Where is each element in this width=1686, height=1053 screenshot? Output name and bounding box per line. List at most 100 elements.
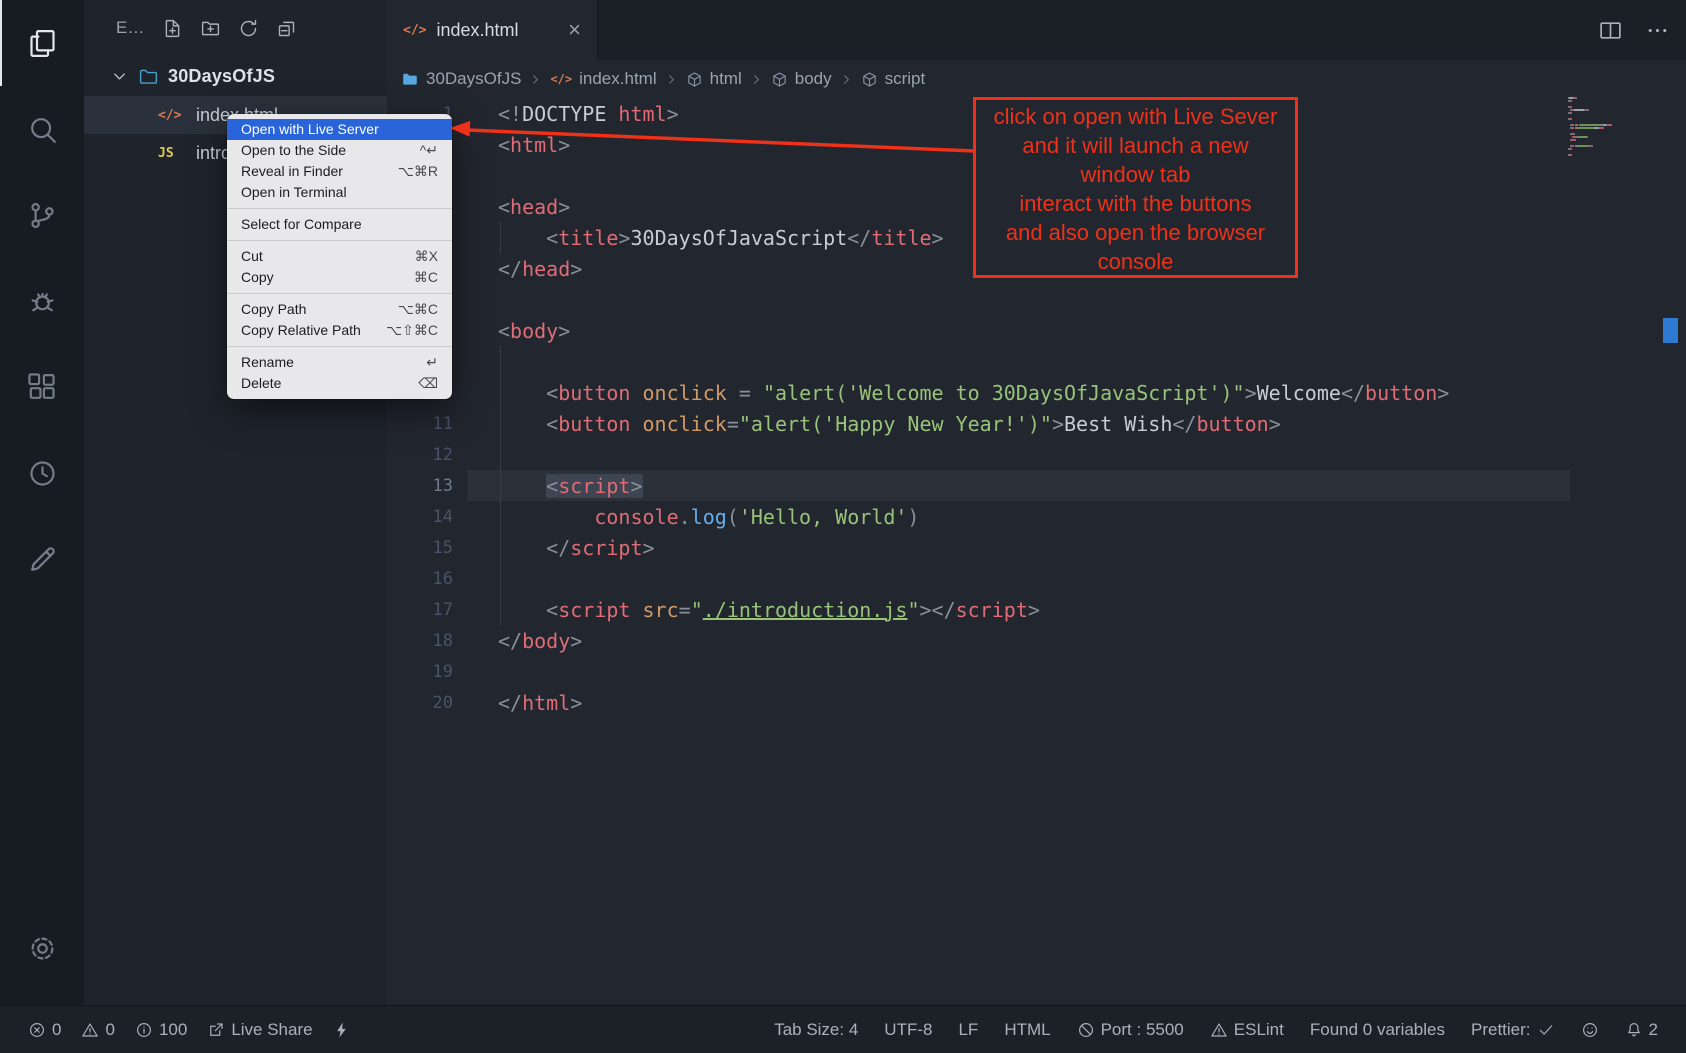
status-quick-actions[interactable] [333,1021,351,1039]
feedback-icon[interactable] [0,516,84,602]
breadcrumb-item-body[interactable]: body [771,69,832,89]
breadcrumb-item-30daysofjs[interactable]: 30DaysOfJS [401,69,521,89]
status-eol[interactable]: LF [958,1020,978,1040]
code-line[interactable]: 20</html> [387,687,1686,718]
menu-item-open-in-terminal[interactable]: Open in Terminal [227,182,452,203]
extensions-icon[interactable] [0,344,84,430]
code-line[interactable]: 10 <button onclick = "alert('Welcome to … [387,377,1686,408]
code-line[interactable]: 9 [387,346,1686,377]
menu-item-copy[interactable]: Copy⌘C [227,267,452,288]
line-number: 11 [387,414,453,434]
breadcrumb-item-html[interactable]: html [686,69,742,89]
settings-icon[interactable] [0,905,84,991]
tab-index-html[interactable]: </> index.html × [387,0,598,60]
explorer-title: E… [116,18,144,38]
status-text: Found 0 variables [1310,1020,1445,1040]
symbol-cube-icon [861,71,878,88]
code-line[interactable]: 8<body> [387,315,1686,346]
code-line[interactable]: 15 </script> [387,532,1686,563]
source-control-icon[interactable] [0,172,84,258]
chevron-right-icon [528,72,543,87]
code-line[interactable]: 18</body> [387,625,1686,656]
menu-item-shortcut: ⌥⇧⌘C [386,322,438,339]
vscode-window: E… 30DaysOfJS </>index.htmlJSintroductio… [0,0,1686,1053]
code-line[interactable]: 12 [387,439,1686,470]
new-folder-icon[interactable] [200,18,221,39]
line-number: 18 [387,631,453,651]
menu-item-open-with-live-server[interactable]: Open with Live Server [227,119,452,140]
code-line[interactable]: 17 <script src="./introduction.js"></scr… [387,594,1686,625]
menu-item-cut[interactable]: Cut⌘X [227,246,452,267]
status-tab-size[interactable]: Tab Size: 4 [774,1020,858,1040]
code-line-content: <!DOCTYPE html> [498,102,679,126]
code-line[interactable]: 16 [387,563,1686,594]
chevron-right-icon [839,72,854,87]
status-feedback-smiley[interactable] [1581,1021,1599,1039]
status-live-share[interactable]: Live Share [207,1020,312,1040]
tab-label: index.html [436,20,558,41]
status-text: 2 [1649,1020,1658,1040]
menu-item-delete[interactable]: Delete⌫ [227,373,452,394]
breadcrumb-item-script[interactable]: script [861,69,926,89]
menu-item-open-to-the-side[interactable]: Open to the Side^↵ [227,140,452,161]
menu-item-copy-relative-path[interactable]: Copy Relative Path ⌥⇧⌘C [227,320,452,341]
smiley-icon [1581,1021,1599,1039]
status-encoding[interactable]: UTF-8 [884,1020,932,1040]
status-text: 0 [52,1020,61,1040]
collapse-all-icon[interactable] [276,18,297,39]
menu-item-select-for-compare[interactable]: Select for Compare [227,214,452,235]
folder-tree-root[interactable]: 30DaysOfJS [84,56,387,96]
code-line-content: <title>30DaysOfJavaScript</title> [498,226,944,250]
breadcrumb: 30DaysOfJS </>index.html html body script [387,60,1686,98]
context-menu: Open with Live ServerOpen to the Side^↵R… [227,114,452,399]
breadcrumb-label: html [710,69,742,89]
menu-item-rename[interactable]: Rename↵ [227,352,452,373]
close-tab-icon[interactable]: × [568,19,581,41]
symbol-cube-icon [686,71,703,88]
code-line[interactable]: 14 console.log('Hello, World') [387,501,1686,532]
status-live-server-port[interactable]: Port : 5500 [1077,1020,1184,1040]
menu-item-shortcut: ^↵ [420,142,438,159]
status-notifications[interactable]: 2 [1625,1020,1658,1040]
status-problems-errors[interactable]: 0 [28,1020,61,1040]
code-line-content: <html> [498,133,570,157]
menu-item-label: Copy Relative Path [241,322,361,339]
code-line[interactable]: 11 <button onclick="alert('Happy New Yea… [387,408,1686,439]
annotation-text-line: click on open with Live Sever [976,102,1295,131]
status-prettier[interactable]: Prettier: [1471,1020,1555,1040]
folder-icon [401,70,419,88]
new-file-icon[interactable] [162,18,183,39]
line-number: 20 [387,693,453,713]
minimap[interactable] [1568,97,1660,157]
line-number: 14 [387,507,453,527]
status-text: HTML [1004,1020,1050,1040]
menu-item-copy-path[interactable]: Copy Path⌥⌘C [227,299,452,320]
line-number: 19 [387,662,453,682]
annotation-text-line: interact with the buttons [976,189,1295,218]
status-eslint[interactable]: ESLint [1210,1020,1284,1040]
run-debug-icon[interactable] [0,258,84,344]
breadcrumb-item-index-html[interactable]: </>index.html [550,69,656,89]
menu-item-reveal-in-finder[interactable]: Reveal in Finder⌥⌘R [227,161,452,182]
refresh-icon[interactable] [238,18,259,39]
status-language-mode[interactable]: HTML [1004,1020,1050,1040]
explorer-icon[interactable] [0,0,84,86]
status-text: Live Share [231,1020,312,1040]
menu-separator [227,293,452,294]
status-text: ESLint [1234,1020,1284,1040]
menu-separator [227,240,452,241]
code-line[interactable]: 19 [387,656,1686,687]
history-icon[interactable] [0,430,84,516]
status-problems-warnings[interactable]: 0 [81,1020,114,1040]
annotation-text-line: and also open the browser [976,218,1295,247]
status-info-count[interactable]: 100 [135,1020,187,1040]
menu-item-label: Open in Terminal [241,184,347,201]
code-line[interactable]: 13 <script> [387,470,1686,501]
code-line[interactable]: 7 [387,284,1686,315]
search-icon[interactable] [0,86,84,172]
split-editor-icon[interactable] [1598,18,1623,43]
more-actions-icon[interactable] [1645,18,1670,43]
status-variables[interactable]: Found 0 variables [1310,1020,1445,1040]
slash-circle-icon [1077,1021,1095,1039]
code-line-content: </head> [498,257,582,281]
